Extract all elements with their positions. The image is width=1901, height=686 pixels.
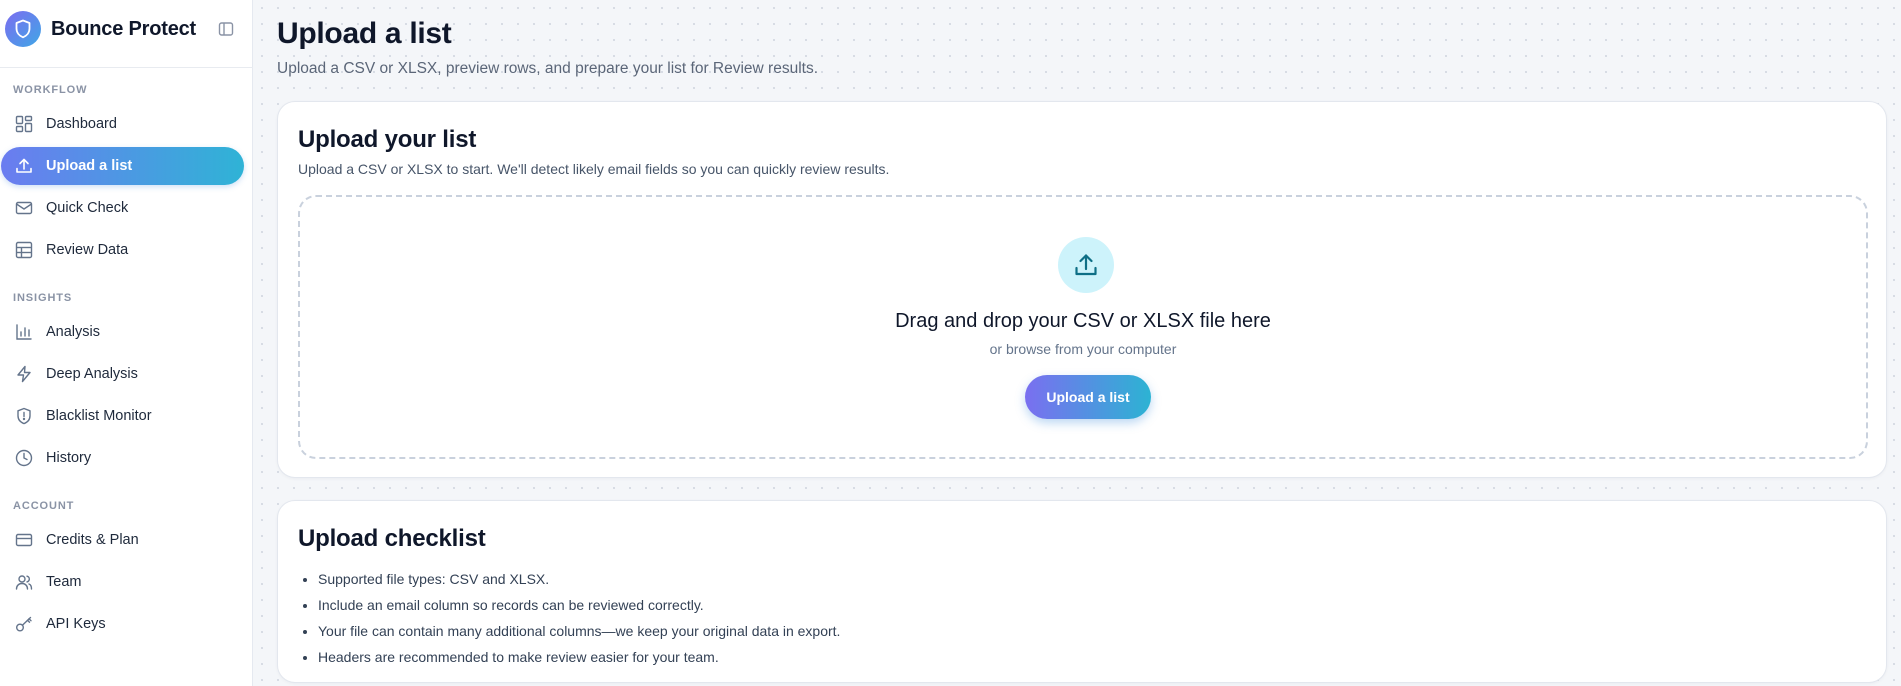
clock-icon	[14, 448, 34, 468]
sidebar-item-deep-analysis[interactable]: Deep Analysis	[1, 355, 244, 393]
section-label-account: ACCOUNT	[13, 500, 75, 512]
sidebar-item-blacklist-monitor[interactable]: Blacklist Monitor	[1, 397, 244, 435]
sidebar-item-api-keys[interactable]: API Keys	[1, 605, 244, 643]
page-title: Upload a list	[277, 17, 452, 50]
upload-icon	[14, 156, 34, 176]
checklist: Supported file types: CSV and XLSX. Incl…	[318, 566, 840, 670]
sidebar-item-label: API Keys	[46, 616, 106, 632]
sidebar-item-quick-check[interactable]: Quick Check	[1, 189, 244, 227]
shield-alert-icon	[14, 406, 34, 426]
upload-card-title: Upload your list	[298, 126, 477, 153]
sidebar-item-credits-plan[interactable]: Credits & Plan	[1, 521, 244, 559]
dashboard-icon	[14, 114, 34, 134]
sidebar-item-label: Upload a list	[46, 158, 133, 174]
sidebar-item-label: Blacklist Monitor	[46, 408, 152, 424]
sidebar-item-label: History	[46, 450, 92, 466]
dropzone-browse-text[interactable]: or browse from your computer	[300, 341, 1866, 357]
sidebar-item-team[interactable]: Team	[1, 563, 244, 601]
table-icon	[14, 240, 34, 260]
checklist-item: Your file can contain many additional co…	[318, 618, 840, 644]
section-label-insights: INSIGHTS	[13, 292, 73, 304]
file-dropzone[interactable]: Drag and drop your CSV or XLSX file here…	[298, 195, 1868, 459]
upload-card: Upload your list Upload a CSV or XLSX to…	[277, 101, 1887, 478]
upload-card-description: Upload a CSV or XLSX to start. We'll det…	[298, 161, 890, 177]
sidebar-item-label: Analysis	[46, 324, 100, 340]
dropzone-title: Drag and drop your CSV or XLSX file here	[895, 310, 1271, 332]
sidebar-item-label: Deep Analysis	[46, 366, 138, 382]
brand-divider	[0, 67, 253, 68]
mail-icon	[14, 198, 34, 218]
page-subtitle: Upload a CSV or XLSX, preview rows, and …	[277, 60, 819, 77]
sidebar-item-analysis[interactable]: Analysis	[1, 313, 244, 351]
checklist-item: Headers are recommended to make review e…	[318, 644, 840, 670]
sidebar-item-label: Dashboard	[46, 116, 117, 132]
main-content: Upload a list Upload a CSV or XLSX, prev…	[254, 0, 1901, 686]
lightning-icon	[14, 364, 34, 384]
brand: Bounce Protect	[5, 11, 245, 47]
bar-chart-icon	[14, 322, 34, 342]
sidebar-item-upload-a-list[interactable]: Upload a list	[1, 147, 244, 185]
sidebar-item-review-data[interactable]: Review Data	[1, 231, 244, 269]
upload-icon	[1058, 237, 1114, 293]
sidebar-item-label: Quick Check	[46, 200, 129, 216]
section-label-workflow: WORKFLOW	[13, 84, 88, 96]
checklist-card-title: Upload checklist	[298, 525, 486, 552]
upload-list-button[interactable]: Upload a list	[1025, 375, 1151, 419]
sidebar: Bounce Protect WORKFLOW Dashboard Upload…	[0, 0, 253, 686]
key-icon	[14, 614, 34, 634]
checklist-item: Include an email column so records can b…	[318, 592, 840, 618]
sidebar-toggle-icon[interactable]	[217, 20, 235, 38]
checklist-card: Upload checklist Supported file types: C…	[277, 500, 1887, 683]
checklist-item: Supported file types: CSV and XLSX.	[318, 566, 840, 592]
sidebar-item-label: Credits & Plan	[46, 532, 139, 548]
sidebar-item-label: Team	[46, 574, 82, 590]
sidebar-item-history[interactable]: History	[1, 439, 244, 477]
sidebar-item-dashboard[interactable]: Dashboard	[1, 105, 244, 143]
sidebar-item-label: Review Data	[46, 242, 129, 258]
credit-card-icon	[14, 530, 34, 550]
shield-logo-icon	[5, 11, 41, 47]
users-icon	[14, 572, 34, 592]
brand-name: Bounce Protect	[51, 17, 197, 40]
